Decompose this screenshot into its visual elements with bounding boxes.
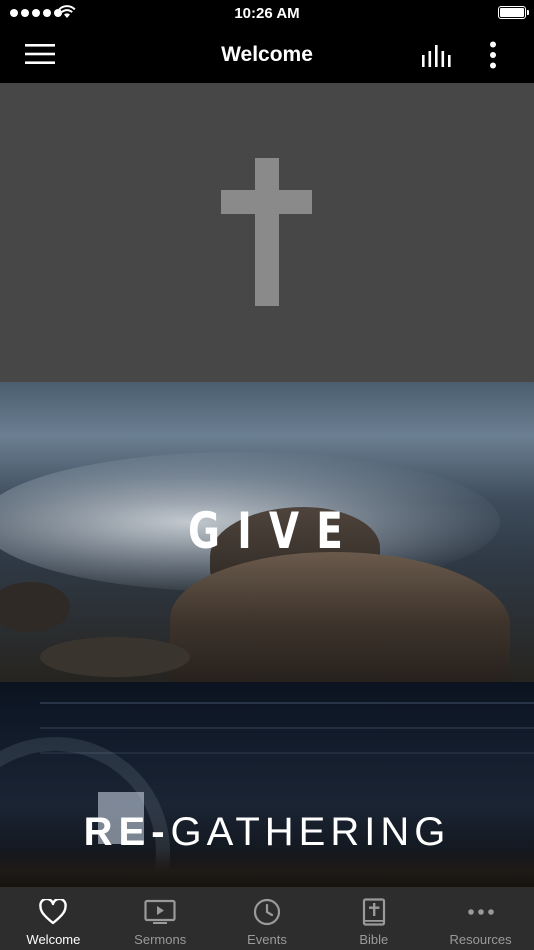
give-banner[interactable]: GIVE: [0, 382, 534, 682]
give-banner-label: GIVE: [188, 502, 361, 560]
tab-welcome[interactable]: Welcome: [0, 887, 107, 950]
tab-sermons-label: Sermons: [134, 932, 187, 947]
bible-icon: [362, 898, 386, 926]
more-options-icon[interactable]: [482, 40, 504, 70]
church-banner[interactable]: [0, 83, 534, 382]
tab-resources-label: Resources: [449, 932, 512, 947]
tab-sermons[interactable]: Sermons: [107, 887, 214, 950]
battery-icon: [498, 6, 529, 19]
clock-icon: [253, 898, 281, 926]
audio-equalizer-icon[interactable]: [420, 42, 454, 68]
top-navigation-bar: Welcome: [0, 26, 534, 83]
tab-welcome-label: Welcome: [26, 932, 81, 947]
tab-resources[interactable]: Resources: [427, 887, 534, 950]
status-time: 10:26 AM: [234, 5, 300, 22]
tab-bible-label: Bible: [359, 932, 389, 947]
regathering-banner-label: RE-GATHERING: [83, 810, 451, 854]
cross-icon: [255, 158, 279, 306]
tab-events-label: Events: [247, 932, 287, 947]
tab-events[interactable]: Events: [214, 887, 321, 950]
video-icon: [144, 898, 176, 926]
tab-bible[interactable]: Bible: [320, 887, 427, 950]
bottom-tab-bar: Welcome Sermons Events Bible Resources: [0, 887, 534, 950]
more-dots-icon: [467, 898, 495, 926]
heart-icon: [39, 898, 68, 926]
regathering-banner[interactable]: RE-GATHERING: [0, 682, 534, 887]
status-bar: 10:26 AM: [0, 0, 534, 26]
